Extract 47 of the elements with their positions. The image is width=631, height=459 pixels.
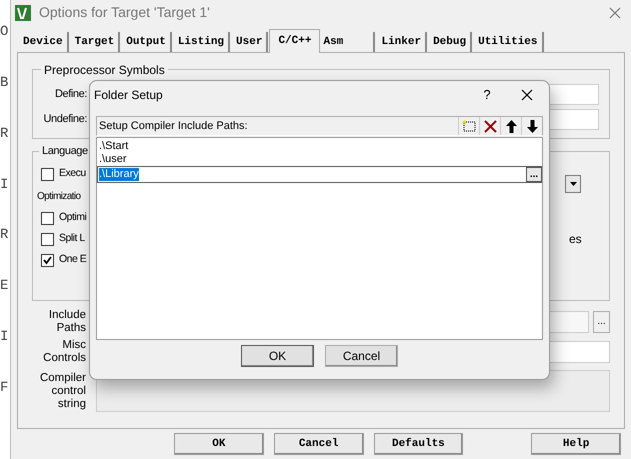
checkbox[interactable] bbox=[41, 212, 54, 225]
field-label: Compiler control string bbox=[38, 372, 86, 411]
field-label: Undefine: bbox=[42, 112, 87, 127]
option-label: Optimi bbox=[59, 210, 86, 226]
dialog-button[interactable]: Cancel bbox=[325, 345, 398, 367]
dialog-title: Folder Setup bbox=[94, 87, 163, 104]
app-logo-icon bbox=[15, 4, 31, 21]
path-item[interactable]: .\Start bbox=[99, 140, 128, 153]
dialog-button[interactable]: Help bbox=[531, 433, 621, 456]
background-text: O bbox=[0, 23, 10, 42]
option-label: Split L bbox=[59, 231, 85, 246]
field-label: Include Paths bbox=[48, 308, 86, 335]
dialog-button[interactable]: Defaults bbox=[374, 433, 464, 456]
option-label: Execu bbox=[59, 166, 86, 182]
help-button[interactable]: ? bbox=[477, 85, 497, 105]
checkbox[interactable] bbox=[41, 254, 54, 267]
background-text: R bbox=[0, 124, 10, 144]
background-text: R bbox=[0, 226, 10, 246]
background-text: I bbox=[0, 176, 10, 195]
delete-icon bbox=[484, 120, 496, 132]
browse-button[interactable]: ... bbox=[593, 310, 610, 333]
background-text: F bbox=[0, 378, 10, 398]
dialog-button[interactable]: OK bbox=[174, 433, 264, 456]
option-label: One E bbox=[59, 252, 86, 268]
dotted-box-icon bbox=[462, 120, 476, 132]
dropdown-button[interactable] bbox=[565, 174, 581, 193]
background-text: I bbox=[0, 328, 10, 348]
browse-button[interactable]: ... bbox=[526, 167, 542, 182]
tab[interactable]: C/C++ bbox=[269, 28, 320, 53]
path-item[interactable]: .\user bbox=[99, 153, 127, 166]
window-title: Options for Target 'Target 1' bbox=[39, 3, 210, 22]
list-header: Setup Compiler Include Paths: bbox=[98, 118, 248, 134]
arrow-up-icon bbox=[506, 120, 516, 132]
field-label: Misc Controls bbox=[42, 338, 86, 365]
field-label: Define: bbox=[54, 87, 87, 102]
dropdown-arrow-icon bbox=[570, 182, 576, 186]
option-label: es bbox=[569, 230, 582, 248]
checkbox[interactable] bbox=[41, 232, 54, 246]
arrow-down-icon bbox=[526, 120, 538, 132]
close-icon[interactable] bbox=[521, 89, 533, 101]
checkbox[interactable] bbox=[41, 168, 54, 181]
background-text: E bbox=[0, 277, 10, 296]
dialog-button[interactable]: Cancel bbox=[274, 433, 364, 456]
dialog-button[interactable]: OK bbox=[241, 345, 314, 367]
path-item[interactable]: .\Library bbox=[99, 168, 139, 181]
section-label: Optimizatio bbox=[37, 190, 80, 204]
background-text: B bbox=[0, 74, 10, 93]
